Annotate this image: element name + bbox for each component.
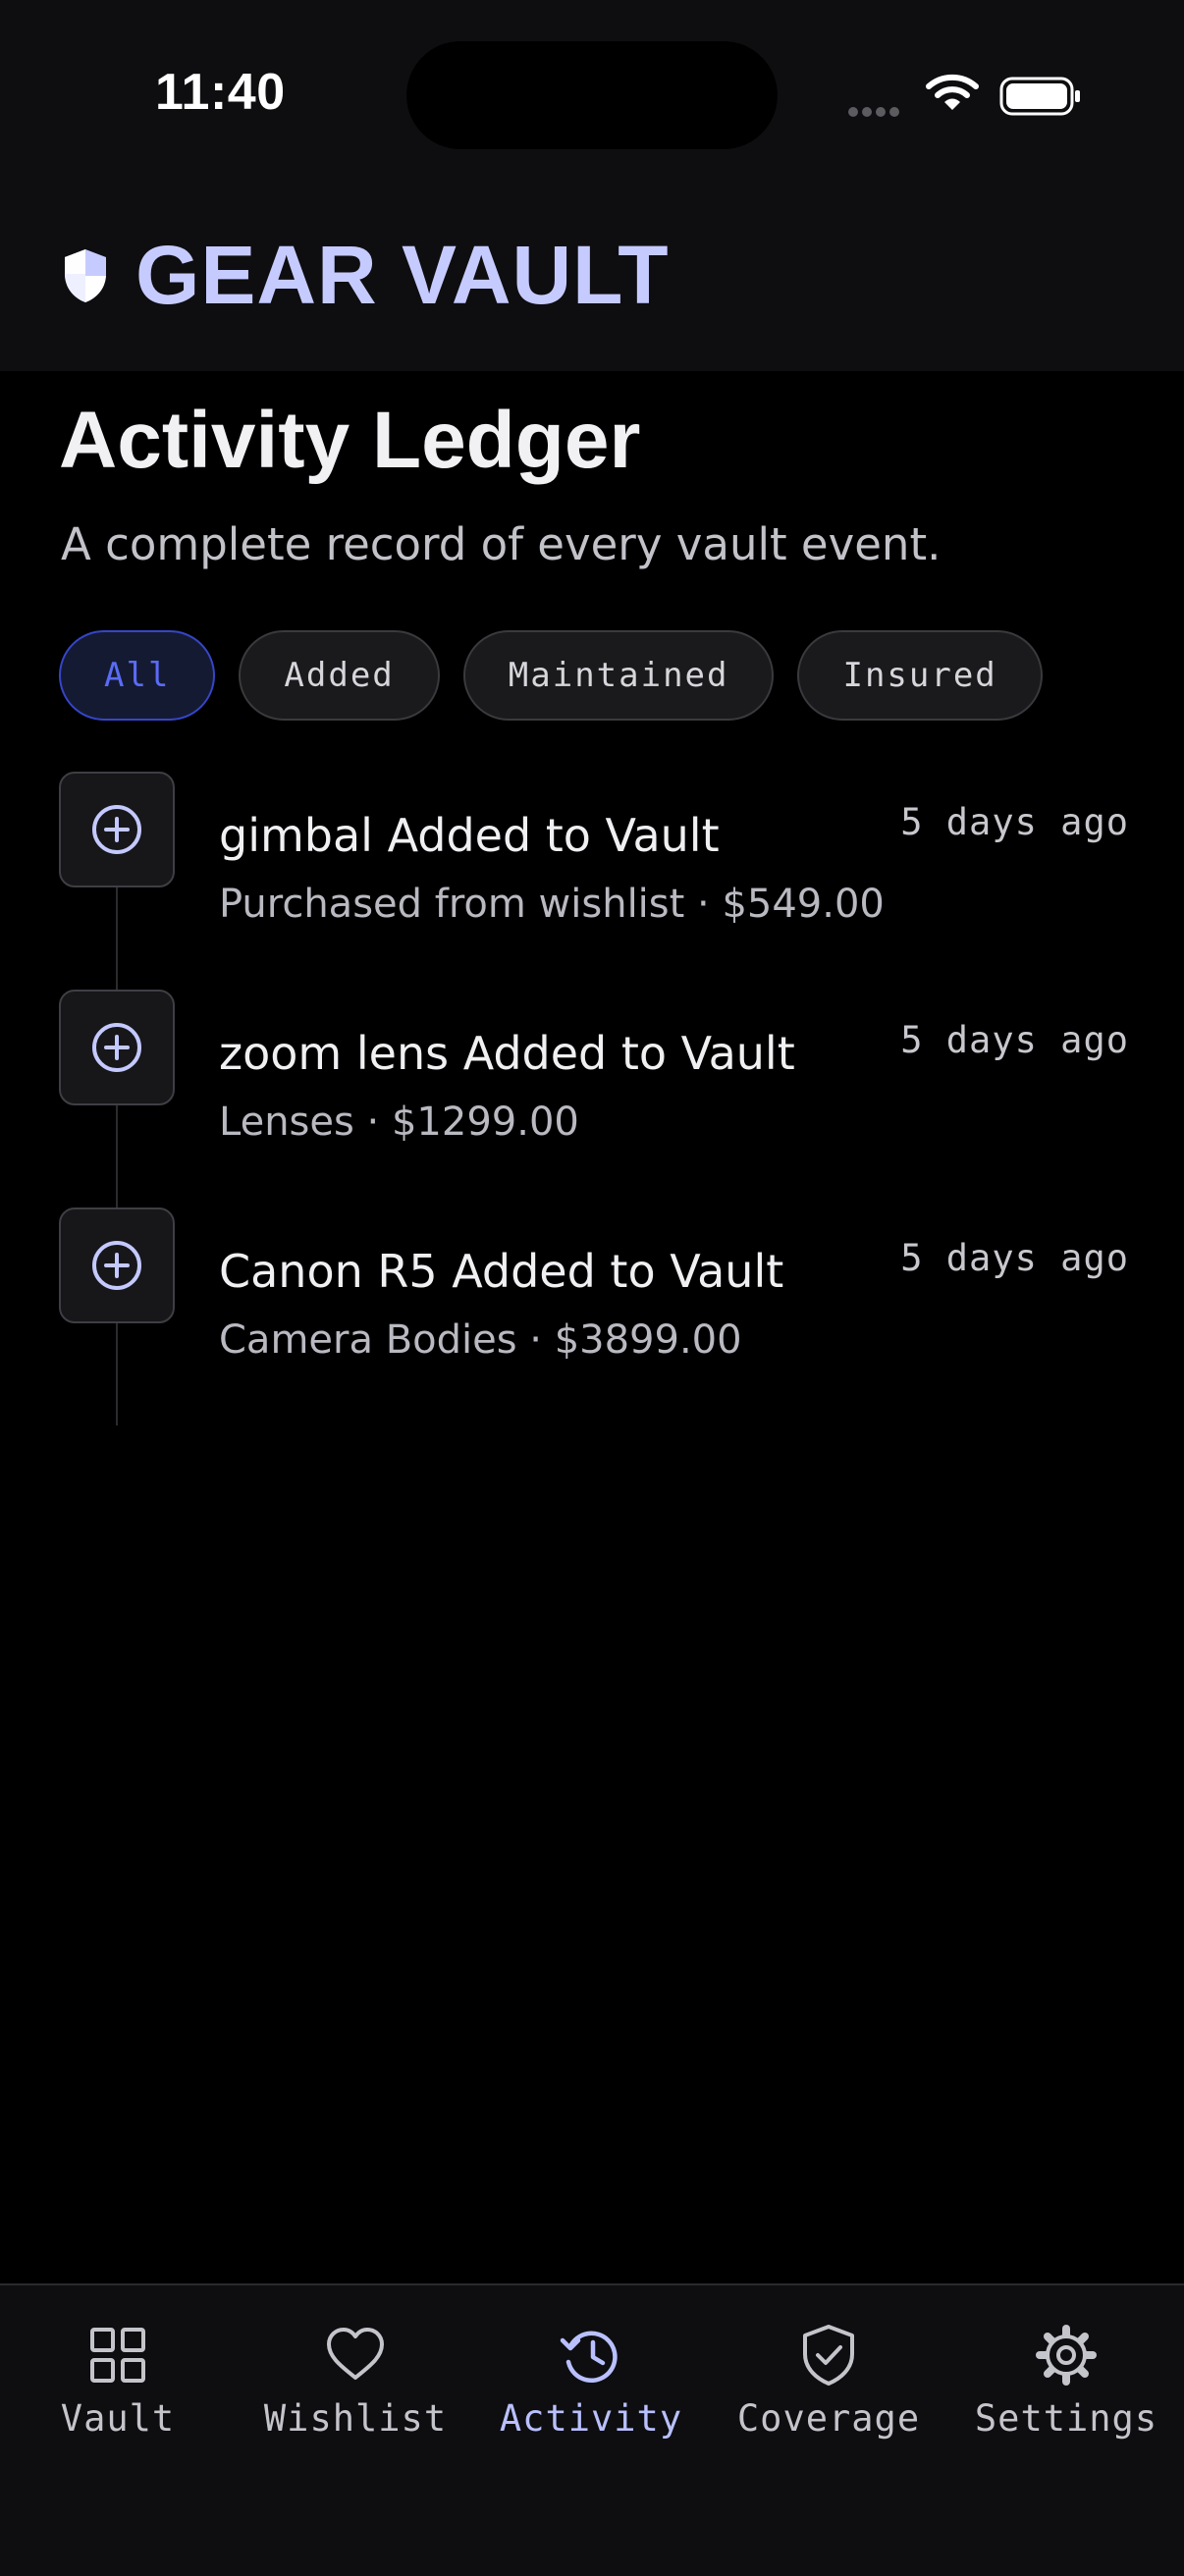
entry-title: Canon R5 Added to Vault <box>219 1245 784 1298</box>
page-title: Activity Ledger <box>59 396 641 485</box>
filter-added-chip[interactable]: Added <box>239 630 440 721</box>
heart-icon <box>327 2328 384 2380</box>
plus-circle-icon <box>92 1023 141 1072</box>
entry-time-ago: 5 days ago <box>900 801 1129 843</box>
entry-icon-box <box>59 1208 175 1323</box>
tab-label: Activity <box>499 2397 683 2440</box>
brand: GEAR VAULT <box>61 228 670 323</box>
plus-circle-icon <box>92 1241 141 1290</box>
dynamic-island <box>406 41 778 149</box>
filter-insured-chip[interactable]: Insured <box>797 630 1043 721</box>
entry-icon-box <box>59 772 175 887</box>
tab-label: Vault <box>60 2397 176 2440</box>
ledger-entry[interactable]: zoom lens Added to Vault Lenses · $1299.… <box>59 990 1129 1208</box>
plus-circle-icon <box>92 805 141 854</box>
grid-icon <box>90 2328 145 2383</box>
entry-title: gimbal Added to Vault <box>219 809 720 862</box>
tab-activity[interactable]: Activity <box>473 2285 709 2482</box>
gear-icon <box>1036 2325 1097 2386</box>
brand-title: GEAR VAULT <box>135 229 670 321</box>
entry-time-ago: 5 days ago <box>900 1237 1129 1279</box>
shield-icon <box>65 248 106 302</box>
entry-time-ago: 5 days ago <box>900 1019 1129 1061</box>
timeline-connector <box>116 1105 118 1208</box>
tab-label: Settings <box>974 2397 1158 2440</box>
filter-chips: All Added Maintained Insured <box>59 630 1066 721</box>
shield-check-icon <box>803 2325 854 2386</box>
status-bar: 11:40 <box>0 0 1184 187</box>
tab-coverage[interactable]: Coverage <box>711 2285 946 2482</box>
entry-meta: Purchased from wishlist · $549.00 <box>219 882 885 927</box>
timeline-connector <box>116 887 118 990</box>
tab-label: Coverage <box>736 2397 921 2440</box>
timeline-connector <box>116 1323 118 1425</box>
entry-title: zoom lens Added to Vault <box>219 1027 795 1080</box>
filter-maintained-chip[interactable]: Maintained <box>462 630 775 721</box>
tab-settings[interactable]: Settings <box>948 2285 1184 2482</box>
wifi-icon <box>926 74 979 110</box>
tab-label: Wishlist <box>263 2397 448 2440</box>
history-icon <box>560 2331 618 2384</box>
ledger-entry[interactable]: Canon R5 Added to Vault Camera Bodies · … <box>59 1208 1129 1425</box>
tab-wishlist[interactable]: Wishlist <box>238 2285 473 2482</box>
entry-meta: Camera Bodies · $3899.00 <box>219 1317 742 1363</box>
status-time: 11:40 <box>155 64 286 121</box>
cellular-signal-icon <box>848 102 903 121</box>
page-subtitle: A complete record of every vault event. <box>61 518 942 570</box>
entry-meta: Lenses · $1299.00 <box>219 1100 579 1145</box>
activity-ledger: gimbal Added to Vault Purchased from wis… <box>59 772 1129 1425</box>
tab-bar: Vault Wishlist Activity Coverage Setting… <box>0 2283 1184 2576</box>
filter-all-chip[interactable]: All <box>59 630 216 721</box>
tab-vault[interactable]: Vault <box>0 2285 236 2482</box>
app-header: 11:40 GEAR VAULT <box>0 0 1184 371</box>
entry-icon-box <box>59 990 175 1105</box>
ledger-entry[interactable]: gimbal Added to Vault Purchased from wis… <box>59 772 1129 990</box>
battery-icon <box>999 77 1080 116</box>
